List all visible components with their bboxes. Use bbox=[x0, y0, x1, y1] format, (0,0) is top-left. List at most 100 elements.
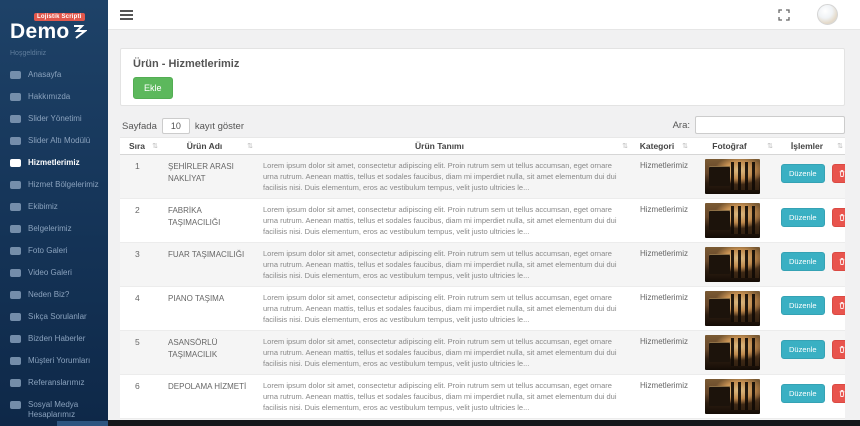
code-branch-icon bbox=[10, 379, 21, 387]
edit-button[interactable]: Düzenle bbox=[781, 208, 825, 227]
product-photo bbox=[705, 291, 760, 326]
photo-cell bbox=[690, 243, 775, 287]
product-category: Hizmetlerimiz bbox=[630, 199, 690, 243]
newspaper-icon bbox=[10, 335, 21, 343]
product-category: Hizmetlerimiz bbox=[630, 287, 690, 331]
sort-icon: ⇅ bbox=[622, 142, 628, 150]
actions-cell: Düzenle Sil bbox=[775, 155, 845, 199]
sidebar-item-slider-alti-modulu[interactable]: Slider Altı Modülü bbox=[0, 130, 108, 152]
sidebar-item-ekibimiz[interactable]: Ekibimiz bbox=[0, 196, 108, 218]
column-header-fotograf[interactable]: Fotoğraf⇅ bbox=[690, 138, 775, 155]
delete-button[interactable]: Sil bbox=[832, 252, 845, 271]
delete-button[interactable]: Sil bbox=[832, 164, 845, 183]
delete-button[interactable]: Sil bbox=[832, 208, 845, 227]
sidebar-item-label: Slider Altı Modülü bbox=[28, 136, 90, 146]
edit-button[interactable]: Düzenle bbox=[781, 296, 825, 315]
edit-button[interactable]: Düzenle bbox=[781, 340, 825, 359]
delete-button[interactable]: Sil bbox=[832, 340, 845, 359]
sidebar-item-hizmetlerimiz[interactable]: Hizmetlerimiz bbox=[0, 152, 108, 174]
route-zigzag-icon bbox=[73, 24, 87, 39]
sidebar-item-slider-yonetimi[interactable]: Slider Yönetimi bbox=[0, 108, 108, 130]
length-prefix-label: Sayfada bbox=[122, 121, 157, 132]
image-icon bbox=[10, 115, 21, 123]
column-header-urun-tanimi[interactable]: Ürün Tanımı⇅ bbox=[255, 138, 630, 155]
actions-cell: Düzenle Sil bbox=[775, 375, 845, 419]
sidebar-item-label: Anasayfa bbox=[28, 70, 61, 80]
sidebar-item-belgelerimiz[interactable]: Belgelerimiz bbox=[0, 218, 108, 240]
column-header-urun-adi[interactable]: Ürün Adı⇅ bbox=[160, 138, 255, 155]
table-row: 6 DEPOLAMA HİZMETİ Lorem ipsum dolor sit… bbox=[120, 375, 845, 419]
product-name: FABRİKA TAŞIMACILIĞI bbox=[160, 199, 255, 243]
edit-button[interactable]: Düzenle bbox=[781, 164, 825, 183]
fullscreen-icon[interactable] bbox=[778, 9, 790, 21]
briefcase-icon bbox=[10, 93, 21, 101]
row-index: 1 bbox=[120, 155, 160, 199]
product-description: Lorem ipsum dolor sit amet, consectetur … bbox=[255, 199, 630, 243]
product-category: Hizmetlerimiz bbox=[630, 375, 690, 419]
sidebar-item-label: Hakkımızda bbox=[28, 92, 70, 102]
window-icon bbox=[10, 137, 21, 145]
user-avatar[interactable] bbox=[817, 4, 838, 25]
photo-cell bbox=[690, 155, 775, 199]
search-input[interactable] bbox=[695, 116, 845, 134]
video-camera-icon bbox=[10, 269, 21, 277]
product-description: Lorem ipsum dolor sit amet, consectetur … bbox=[255, 243, 630, 287]
sidebar-item-foto-galeri[interactable]: Foto Galeri bbox=[0, 240, 108, 262]
page-header-card: Ürün - Hizmetlerimiz Ekle bbox=[120, 48, 845, 106]
sidebar-item-anasayfa[interactable]: Anasayfa bbox=[0, 64, 108, 86]
delete-button[interactable]: Sil bbox=[832, 384, 845, 403]
trash-icon bbox=[839, 390, 845, 397]
sort-icon: ⇅ bbox=[682, 142, 688, 150]
column-header-sira[interactable]: Sıra⇅ bbox=[120, 138, 160, 155]
table-row: 2 FABRİKA TAŞIMACILIĞI Lorem ipsum dolor… bbox=[120, 199, 845, 243]
sidebar-item-sikca-sorulanlar[interactable]: Sıkça Sorulanlar bbox=[0, 306, 108, 328]
sidebar-item-label: Ekibimiz bbox=[28, 202, 58, 212]
photo-cell bbox=[690, 287, 775, 331]
product-description: Lorem ipsum dolor sit amet, consectetur … bbox=[255, 331, 630, 375]
product-photo bbox=[705, 203, 760, 238]
sidebar-item-label: Hizmetlerimiz bbox=[28, 158, 80, 168]
trash-icon bbox=[839, 214, 845, 221]
add-button[interactable]: Ekle bbox=[133, 77, 173, 99]
page-bottom-strip bbox=[108, 420, 860, 426]
sidebar-item-label: Neden Biz? bbox=[28, 290, 69, 300]
comments-icon bbox=[10, 357, 21, 365]
page-length-control: Sayfada kayıt göster bbox=[122, 118, 244, 134]
actions-cell: Düzenle Sil bbox=[775, 199, 845, 243]
hamburger-menu-icon[interactable] bbox=[120, 10, 133, 12]
sidebar-item-referanslarimiz[interactable]: Referanslarımız bbox=[0, 372, 108, 394]
product-photo bbox=[705, 159, 760, 194]
sort-icon: ⇅ bbox=[837, 142, 843, 150]
edit-button[interactable]: Düzenle bbox=[781, 252, 825, 271]
suitcase-icon bbox=[10, 291, 21, 299]
page-length-input[interactable] bbox=[162, 118, 190, 134]
logo[interactable]: Lojistik Scripti Demo bbox=[0, 0, 108, 44]
sidebar-item-bizden-haberler[interactable]: Bizden Haberler bbox=[0, 328, 108, 350]
column-header-kategori[interactable]: Kategori⇅ bbox=[630, 138, 690, 155]
sidebar-bottom-accent bbox=[57, 421, 108, 426]
photo-cell bbox=[690, 375, 775, 419]
sidebar-item-musteri-yorumlari[interactable]: Müşteri Yorumları bbox=[0, 350, 108, 372]
sidebar-item-hakkimizda[interactable]: Hakkımızda bbox=[0, 86, 108, 108]
row-index: 5 bbox=[120, 331, 160, 375]
truck-icon bbox=[10, 181, 21, 189]
sidebar-item-video-galeri[interactable]: Video Galeri bbox=[0, 262, 108, 284]
product-name: DEPOLAMA HİZMETİ bbox=[160, 375, 255, 419]
sidebar-item-neden-biz[interactable]: Neden Biz? bbox=[0, 284, 108, 306]
sidebar-item-hizmet-bolgelerimiz[interactable]: Hizmet Bölgelerimiz bbox=[0, 174, 108, 196]
product-name: ŞEHİRLER ARASI NAKLİYAT bbox=[160, 155, 255, 199]
sidebar: Lojistik Scripti Demo Hoşgeldiniz Anasay… bbox=[0, 0, 108, 426]
trash-icon bbox=[839, 302, 845, 309]
column-header-islemler[interactable]: İşlemler⇅ bbox=[775, 138, 845, 155]
actions-cell: Düzenle Sil bbox=[775, 331, 845, 375]
product-photo bbox=[705, 379, 760, 414]
brand-name: Demo bbox=[10, 20, 70, 44]
sidebar-item-label: Sıkça Sorulanlar bbox=[28, 312, 87, 322]
product-description: Lorem ipsum dolor sit amet, consectetur … bbox=[255, 375, 630, 419]
sidebar-item-label: Hizmet Bölgelerimiz bbox=[28, 180, 99, 190]
product-description: Lorem ipsum dolor sit amet, consectetur … bbox=[255, 155, 630, 199]
delete-button[interactable]: Sil bbox=[832, 296, 845, 315]
edit-button[interactable]: Düzenle bbox=[781, 384, 825, 403]
product-name: FUAR TAŞIMACILIĞI bbox=[160, 243, 255, 287]
sort-icon: ⇅ bbox=[152, 142, 158, 150]
